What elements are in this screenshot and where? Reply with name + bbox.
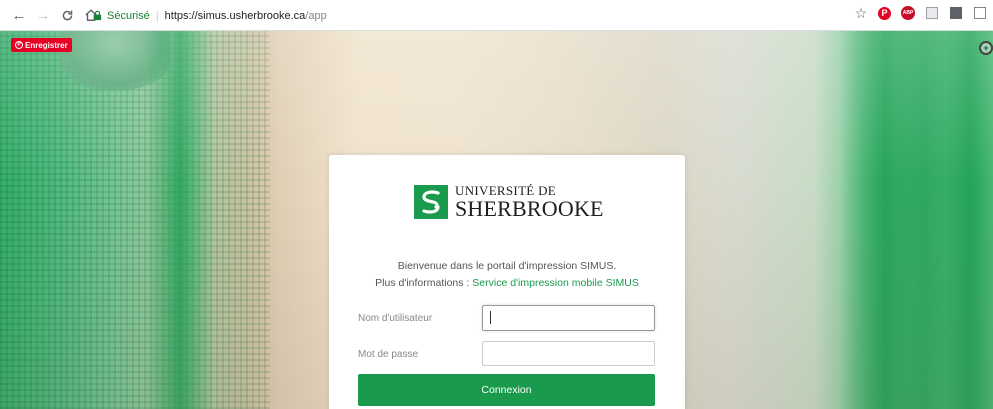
- extension-icon[interactable]: [926, 7, 938, 19]
- username-input[interactable]: [482, 305, 655, 331]
- url-path: /app: [305, 9, 327, 22]
- adblock-icon[interactable]: ABP: [901, 6, 915, 20]
- university-logo: UNIVERSITÉ DE SHERBROOKE: [414, 184, 604, 220]
- pinterest-save-label: Enregistrer: [25, 40, 68, 50]
- forward-icon[interactable]: →: [34, 6, 52, 24]
- extension-icon[interactable]: [950, 7, 962, 19]
- text-caret: [490, 311, 491, 324]
- extension-bar: ☆ P ABP: [854, 5, 987, 21]
- star-icon[interactable]: ☆: [854, 5, 868, 21]
- browser-toolbar: ← → Sécurisé | https://simus.usherbrooke…: [0, 0, 993, 31]
- back-icon[interactable]: ←: [10, 6, 28, 24]
- secure-label: Sécurisé: [107, 9, 150, 22]
- welcome-line1: Bienvenue dans le portail d'impression S…: [397, 260, 617, 272]
- address-separator: |: [155, 9, 159, 22]
- simus-info-link[interactable]: Service d'impression mobile SIMUS: [472, 277, 639, 289]
- login-card: UNIVERSITÉ DE SHERBROOKE Bienvenue dans …: [329, 155, 685, 409]
- plus-circle-icon[interactable]: +: [979, 41, 993, 55]
- url-host: https://simus.usherbrooke.ca: [164, 9, 306, 22]
- pinterest-icon[interactable]: P: [878, 6, 891, 20]
- logo-line2: SHERBROOKE: [455, 196, 604, 221]
- pinterest-icon: P: [15, 41, 23, 49]
- address-bar[interactable]: Sécurisé | https://simus.usherbrooke.ca /…: [92, 5, 852, 26]
- login-button[interactable]: Connexion: [358, 374, 655, 406]
- welcome-message: Bienvenue dans le portail d'impression S…: [329, 258, 685, 292]
- password-input[interactable]: [482, 341, 655, 366]
- pinterest-save-button[interactable]: P Enregistrer: [11, 38, 72, 52]
- reload-icon[interactable]: [58, 6, 76, 24]
- lock-icon: [93, 10, 102, 21]
- document-icon[interactable]: [974, 7, 986, 19]
- welcome-line2-prefix: Plus d'informations :: [375, 277, 473, 289]
- password-label: Mot de passe: [358, 349, 419, 360]
- logo-emblem-icon: [414, 185, 448, 219]
- username-label: Nom d'utilisateur: [358, 313, 433, 324]
